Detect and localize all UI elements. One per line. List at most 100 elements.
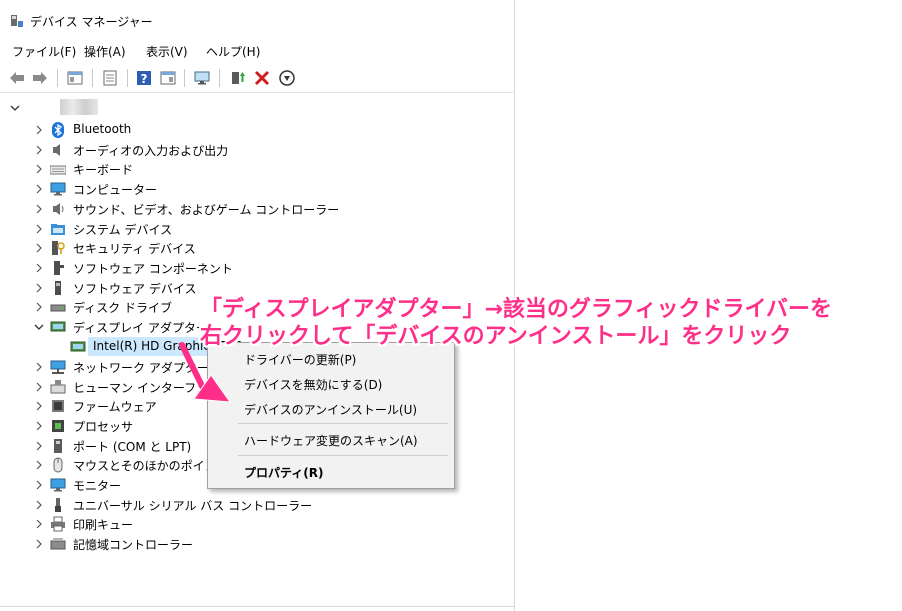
help-icon[interactable]: ? xyxy=(135,69,153,87)
printer-icon xyxy=(50,516,66,532)
chevron-right-icon[interactable] xyxy=(34,381,44,392)
tree-item-system-devices[interactable]: システム デバイス xyxy=(0,219,514,238)
chevron-right-icon[interactable] xyxy=(34,420,44,431)
monitor-icon xyxy=(50,477,66,493)
chevron-right-icon[interactable] xyxy=(34,223,44,234)
tree-item-storage-controllers[interactable]: 記憶域コントローラー xyxy=(0,534,514,553)
chevron-right-icon[interactable] xyxy=(34,361,44,372)
firmware-icon xyxy=(50,398,66,414)
software-device-icon xyxy=(50,280,66,296)
chevron-right-icon[interactable] xyxy=(34,203,44,214)
chevron-right-icon[interactable] xyxy=(34,459,44,470)
chevron-right-icon[interactable] xyxy=(34,242,44,253)
tree-item-label: ファームウェア xyxy=(73,400,157,414)
tree-item-sound-video-game[interactable]: サウンド、ビデオ、およびゲーム コントローラー xyxy=(0,199,514,218)
menu-view[interactable]: 表示(V) xyxy=(146,43,188,60)
disk-drive-icon xyxy=(50,299,66,315)
chevron-right-icon[interactable] xyxy=(34,499,44,510)
context-menu-uninstall-device[interactable]: デバイスのアンインストール(U) xyxy=(244,401,417,418)
tree-item-label: セキュリティ デバイス xyxy=(73,242,196,256)
tree-item-label: プロセッサ xyxy=(73,420,134,434)
action-pane-icon[interactable] xyxy=(159,69,177,87)
menu-help[interactable]: ヘルプ(H) xyxy=(206,43,260,60)
tree-item-keyboard[interactable]: キーボード xyxy=(0,159,514,178)
context-menu-properties[interactable]: プロパティ(R) xyxy=(244,464,324,481)
software-component-icon xyxy=(50,260,66,276)
uninstall-x-icon[interactable] xyxy=(253,69,271,87)
chevron-right-icon[interactable] xyxy=(34,163,44,174)
tree-item-label: オーディオの入力および出力 xyxy=(73,144,229,158)
back-arrow-icon[interactable] xyxy=(8,69,26,87)
window-bottom-border xyxy=(0,606,514,607)
tree-item-label: ソフトウェア デバイス xyxy=(73,282,197,296)
chevron-right-icon[interactable] xyxy=(34,440,44,451)
tree-item-label: ディスプレイ アダプター xyxy=(73,321,208,335)
mouse-icon xyxy=(50,457,66,473)
tree-root-computer[interactable] xyxy=(0,98,514,117)
hid-icon xyxy=(50,379,66,395)
context-menu-disable-device[interactable]: デバイスを無効にする(D) xyxy=(244,376,382,393)
chevron-right-icon[interactable] xyxy=(34,400,44,411)
network-icon xyxy=(50,359,66,375)
toolbar-separator xyxy=(219,69,220,87)
properties-pane-icon[interactable] xyxy=(66,69,84,87)
chevron-down-icon[interactable] xyxy=(10,102,20,112)
system-folder-icon xyxy=(50,221,66,237)
tree-item-label: ユニバーサル シリアル バス コントローラー xyxy=(73,499,313,513)
chevron-right-icon[interactable] xyxy=(34,301,44,312)
bluetooth-icon xyxy=(50,122,66,138)
chevron-right-icon[interactable] xyxy=(34,183,44,194)
chevron-right-icon[interactable] xyxy=(34,518,44,529)
chevron-right-icon[interactable] xyxy=(34,124,44,135)
tree-item-label: コンピューター xyxy=(73,183,158,197)
port-icon xyxy=(50,438,66,454)
sound-icon xyxy=(50,201,66,217)
context-menu-divider xyxy=(238,455,448,456)
forward-arrow-icon[interactable] xyxy=(31,69,49,87)
menu-file[interactable]: ファイル(F) xyxy=(12,43,76,60)
chevron-right-icon[interactable] xyxy=(34,538,44,549)
tree-item-label: 記憶域コントローラー xyxy=(73,538,194,552)
chevron-right-icon[interactable] xyxy=(34,144,44,155)
tree-item-usb-controllers[interactable]: ユニバーサル シリアル バス コントローラー xyxy=(0,495,514,514)
chevron-right-icon[interactable] xyxy=(34,479,44,490)
monitor-icon[interactable] xyxy=(193,69,211,87)
toolbar-separator xyxy=(57,69,58,87)
tree-item-label: ネットワーク アダプター xyxy=(73,361,209,375)
chevron-right-icon[interactable] xyxy=(34,262,44,273)
usb-icon xyxy=(50,497,66,513)
toolbar: ? xyxy=(0,64,514,93)
chevron-down-icon[interactable] xyxy=(34,321,44,331)
context-menu-divider xyxy=(238,423,448,424)
update-driver-icon[interactable] xyxy=(229,69,247,87)
download-circle-icon[interactable] xyxy=(278,69,296,87)
window-title: デバイス マネージャー xyxy=(30,15,153,29)
tree-item-label: ディスク ドライブ xyxy=(73,301,172,315)
context-menu-update-driver[interactable]: ドライバーの更新(P) xyxy=(244,351,356,368)
toolbar-separator xyxy=(127,69,128,87)
context-menu-scan-hardware[interactable]: ハードウェア変更のスキャン(A) xyxy=(244,432,418,449)
show-hide-console-tree-icon[interactable] xyxy=(101,69,119,87)
menu-action[interactable]: 操作(A) xyxy=(84,43,126,60)
tree-item-bluetooth[interactable]: Bluetooth xyxy=(0,120,514,139)
tree-item-label: システム デバイス xyxy=(73,223,173,237)
toolbar-separator xyxy=(92,69,93,87)
tree-item-audio-io[interactable]: オーディオの入力および出力 xyxy=(0,140,514,159)
keyboard-icon xyxy=(49,161,67,177)
tree-item-security-devices[interactable]: セキュリティ デバイス xyxy=(0,238,514,257)
tree-item-label: 印刷キュー xyxy=(73,518,134,532)
display-adapter-icon xyxy=(70,339,86,355)
tree-item-software-components[interactable]: ソフトウェア コンポーネント xyxy=(0,258,514,277)
menu-bar: ファイル(F) 操作(A) 表示(V) ヘルプ(H) xyxy=(0,40,514,62)
processor-icon xyxy=(50,418,66,434)
storage-icon xyxy=(50,536,66,552)
speaker-icon xyxy=(50,142,66,158)
context-menu: ドライバーの更新(P) デバイスを無効にする(D) デバイスのアンインストール(… xyxy=(207,342,455,489)
computer-icon xyxy=(50,181,66,197)
tree-item-computer[interactable]: コンピューター xyxy=(0,179,514,198)
annotation-line-2: 右クリックして「デバイスのアンインストール」をクリック xyxy=(200,324,792,349)
tree-item-print-queues[interactable]: 印刷キュー xyxy=(0,514,514,533)
chevron-right-icon[interactable] xyxy=(34,282,44,293)
tree-item-label: サウンド、ビデオ、およびゲーム コントローラー xyxy=(73,203,340,217)
tree-item-label: キーボード xyxy=(73,163,134,177)
